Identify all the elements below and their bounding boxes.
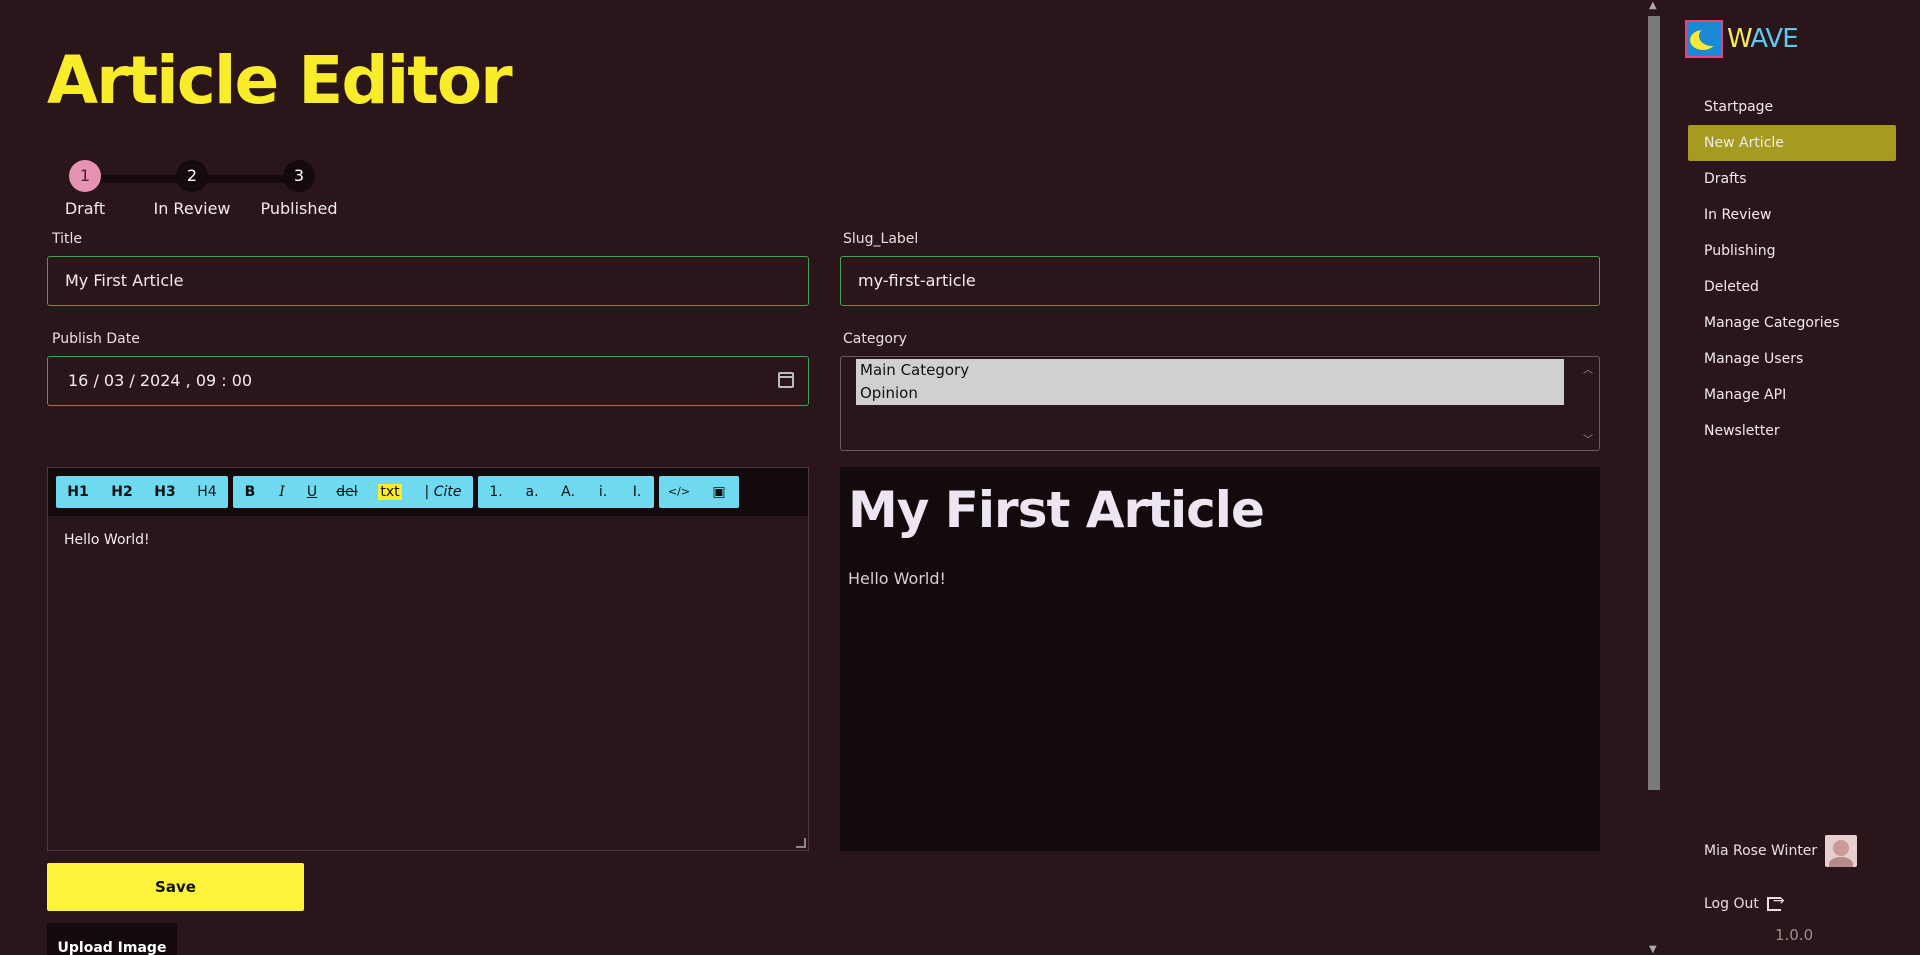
step-label: In Review [153, 199, 231, 218]
markdown-editor: H1 H2 H3 H4 B I U del txt | Cite 1. a. A… [47, 467, 809, 851]
main-content: Article Editor 1 Draft 2 In Review 3 Pub… [0, 0, 1645, 955]
status-stepper: 1 Draft 2 In Review 3 Published [65, 160, 370, 220]
scroll-down-icon[interactable]: ▼ [1649, 944, 1657, 955]
logo-text-b: AVE [1750, 24, 1798, 54]
sidebar-nav: Startpage New Article Drafts In Review P… [1688, 89, 1896, 449]
sidebar-item-drafts[interactable]: Drafts [1688, 161, 1896, 197]
scroll-up-icon[interactable]: ▲ [1649, 0, 1657, 11]
save-button[interactable]: Save [47, 863, 304, 911]
slug-input[interactable]: my-first-article [840, 256, 1600, 306]
upper-roman-list-button[interactable]: I. [620, 476, 654, 508]
title-label: Title [52, 231, 83, 247]
highlight-button[interactable]: txt [367, 476, 413, 508]
sidebar-item-manage-categories[interactable]: Manage Categories [1688, 305, 1896, 341]
h3-button[interactable]: H3 [144, 476, 186, 508]
step-circle: 1 [69, 160, 101, 192]
format-group: B I U del txt | Cite [233, 476, 473, 508]
code-icon[interactable]: </> [659, 476, 699, 508]
sidebar-item-manage-api[interactable]: Manage API [1688, 377, 1896, 413]
avatar [1825, 835, 1858, 867]
resize-handle[interactable] [796, 838, 806, 848]
sidebar-item-startpage[interactable]: Startpage [1688, 89, 1896, 125]
step-in-review: 2 In Review [147, 160, 237, 218]
highlight-label: txt [378, 484, 402, 500]
page-scrollbar[interactable]: ▲ ▼ [1645, 0, 1663, 955]
h4-button[interactable]: H4 [186, 476, 228, 508]
sidebar-item-newsletter[interactable]: Newsletter [1688, 413, 1896, 449]
alpha-list-button[interactable]: a. [514, 476, 550, 508]
preview-body: Hello World! [848, 569, 946, 588]
step-label: Draft [64, 199, 106, 218]
sidebar-item-manage-users[interactable]: Manage Users [1688, 341, 1896, 377]
calendar-icon[interactable] [778, 372, 794, 388]
version-label: 1.0.0 [1775, 926, 1814, 944]
logout-icon [1766, 893, 1785, 911]
roman-list-button[interactable]: i. [586, 476, 620, 508]
publish-date-value: 16 / 03 / 2024 , 09 : 00 [68, 371, 253, 390]
h2-button[interactable]: H2 [100, 476, 144, 508]
h1-button[interactable]: H1 [56, 476, 100, 508]
list-group: 1. a. A. i. I. [478, 476, 654, 508]
category-option[interactable]: Opinion [856, 382, 1564, 405]
step-label: Published [260, 199, 338, 218]
upper-alpha-list-button[interactable]: A. [550, 476, 586, 508]
category-label: Category [843, 331, 907, 347]
step-circle: 3 [283, 160, 315, 192]
chevron-down-icon[interactable]: ﹀ [1583, 431, 1593, 446]
page-title: Article Editor [47, 42, 513, 119]
scroll-thumb[interactable] [1648, 16, 1660, 790]
sidebar-item-publishing[interactable]: Publishing [1688, 233, 1896, 269]
sidebar-item-new-article[interactable]: New Article [1688, 125, 1896, 161]
logo-text: WAVE [1727, 24, 1799, 54]
step-circle: 2 [176, 160, 208, 192]
user-profile[interactable]: Mia Rose Winter [1704, 835, 1858, 867]
editor-textarea[interactable]: Hello World! [48, 516, 808, 564]
heading-group: H1 H2 H3 H4 [56, 476, 228, 508]
sidebar-item-deleted[interactable]: Deleted [1688, 269, 1896, 305]
publish-date-input[interactable]: 16 / 03 / 2024 , 09 : 00 [47, 356, 809, 406]
ordered-list-button[interactable]: 1. [478, 476, 514, 508]
logout-label: Log Out [1704, 896, 1759, 912]
code-group: </> ▣ [659, 476, 739, 508]
step-draft: 1 Draft [40, 160, 130, 218]
step-published: 3 Published [254, 160, 344, 218]
wave-logo[interactable]: WAVE [1685, 20, 1799, 58]
publish-date-label: Publish Date [52, 331, 140, 347]
bold-button[interactable]: B [233, 476, 267, 508]
logout-button[interactable]: Log Out [1704, 893, 1785, 912]
chevron-up-icon[interactable]: ︿ [1583, 361, 1593, 376]
cite-button[interactable]: | Cite [413, 476, 473, 508]
sidebar: WAVE Startpage New Article Drafts In Rev… [1663, 0, 1920, 955]
title-input[interactable]: My First Article [47, 256, 809, 306]
editor-toolbar: H1 H2 H3 H4 B I U del txt | Cite 1. a. A… [48, 468, 808, 516]
italic-button[interactable]: I [267, 476, 297, 508]
strikethrough-button[interactable]: del [327, 476, 367, 508]
upload-image-button[interactable]: Upload Image [47, 923, 177, 955]
sidebar-item-in-review[interactable]: In Review [1688, 197, 1896, 233]
underline-button[interactable]: U [297, 476, 327, 508]
code-block-icon[interactable]: ▣ [699, 476, 739, 508]
logo-icon [1685, 20, 1723, 58]
logo-text-a: W [1727, 24, 1751, 54]
preview-title: My First Article [848, 481, 1265, 539]
user-name: Mia Rose Winter [1704, 843, 1818, 859]
category-select[interactable]: Main Category Opinion ︿ ﹀ [840, 356, 1600, 451]
article-preview: My First Article Hello World! [840, 467, 1600, 851]
slug-label: Slug_Label [843, 231, 919, 247]
category-option[interactable]: Main Category [856, 359, 1564, 382]
